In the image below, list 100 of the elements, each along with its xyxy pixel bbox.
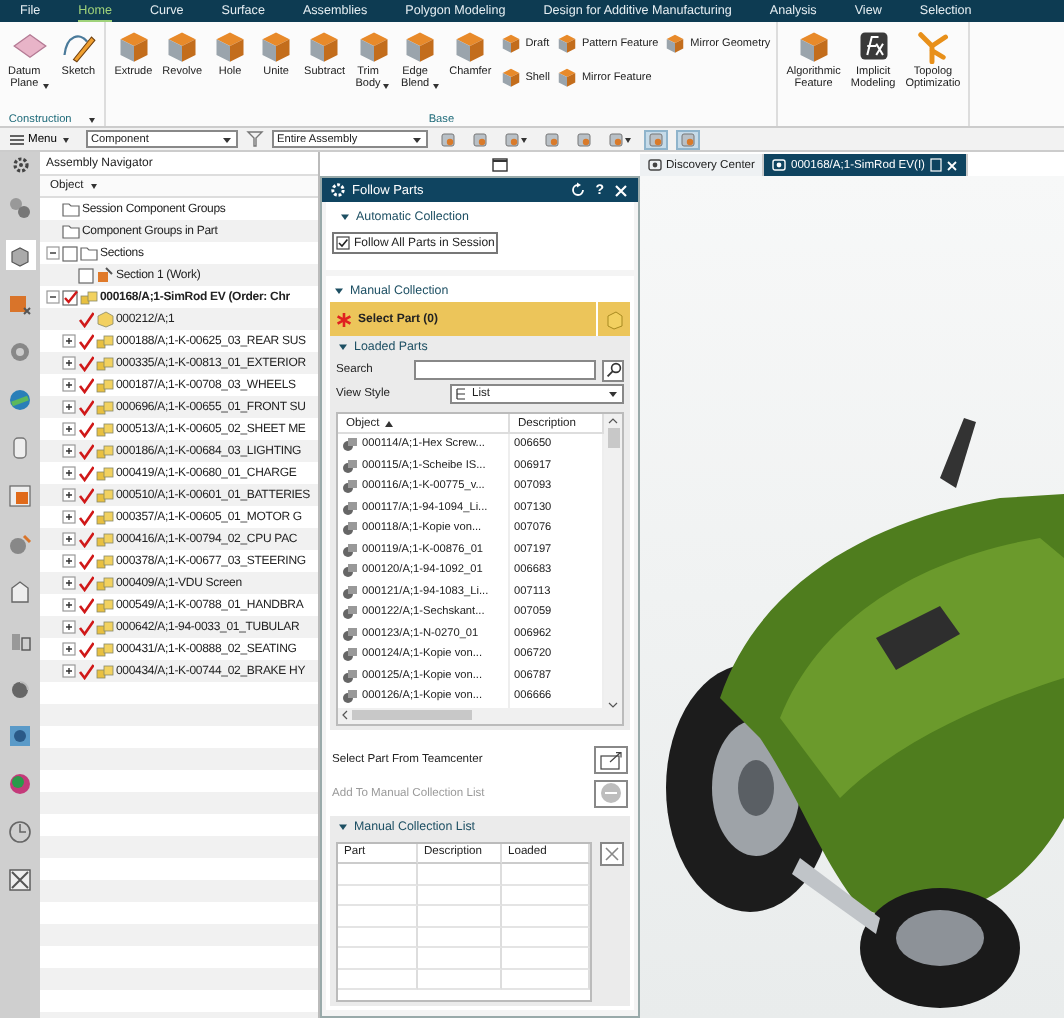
checkmark-icon[interactable] xyxy=(78,641,94,657)
expander-icon[interactable] xyxy=(338,342,348,352)
caret-icon xyxy=(608,390,618,398)
toolbar-button[interactable] xyxy=(435,129,460,149)
expander-icon[interactable] xyxy=(62,576,76,590)
checkmark-icon[interactable] xyxy=(78,553,94,569)
assembly-icon xyxy=(96,398,114,416)
checkmark-icon[interactable] xyxy=(78,487,94,503)
expander-icon[interactable] xyxy=(46,246,60,260)
expander-icon[interactable] xyxy=(62,532,76,546)
tool-icon[interactable] xyxy=(5,768,35,798)
section-icon xyxy=(96,266,114,284)
checkmark-icon[interactable] xyxy=(78,509,94,525)
teamcenter-button[interactable] xyxy=(594,745,628,773)
checkbox[interactable] xyxy=(62,289,78,305)
table-cell xyxy=(418,927,502,948)
cube-icon xyxy=(499,66,522,88)
checkmark-icon[interactable] xyxy=(78,575,94,591)
table-cell xyxy=(502,885,590,906)
scrollbar-thumb[interactable] xyxy=(607,428,619,448)
checkmark-icon[interactable] xyxy=(78,399,94,415)
expander-icon[interactable] xyxy=(62,642,76,656)
maximize-icon[interactable] xyxy=(492,157,508,171)
toolbar-button[interactable] xyxy=(643,129,668,149)
checkbox[interactable] xyxy=(78,267,94,283)
close-icon[interactable] xyxy=(945,159,957,171)
tool-icon[interactable] xyxy=(5,480,35,510)
scrollbar[interactable] xyxy=(604,414,622,707)
toolbar-button[interactable] xyxy=(571,129,596,149)
scrollbar-thumb[interactable] xyxy=(352,710,472,720)
menu-icon xyxy=(10,133,24,145)
tool-icon[interactable] xyxy=(5,240,35,270)
caret-icon xyxy=(519,135,528,143)
part-icon xyxy=(342,457,358,474)
scroll-up-icon[interactable] xyxy=(608,418,618,424)
assembly-icon xyxy=(96,552,114,570)
cube-icon xyxy=(306,28,343,64)
scroll-down-icon[interactable] xyxy=(608,701,618,707)
tool-icon[interactable] xyxy=(5,192,35,222)
search-icon xyxy=(605,362,621,378)
checkmark-icon[interactable] xyxy=(78,663,94,679)
tool-icon[interactable] xyxy=(5,384,35,414)
expander-icon[interactable] xyxy=(62,598,76,612)
reset-button[interactable] xyxy=(567,182,588,198)
toolbar-button[interactable] xyxy=(675,129,700,149)
expander-icon[interactable] xyxy=(62,488,76,502)
tool-icon[interactable] xyxy=(5,720,35,750)
caret-icon xyxy=(221,135,232,143)
close-button[interactable] xyxy=(612,183,630,197)
checkbox[interactable] xyxy=(62,245,78,261)
expander-icon[interactable] xyxy=(62,422,76,436)
tool-icon[interactable] xyxy=(5,816,35,846)
table-cell xyxy=(338,969,418,990)
expander-icon[interactable] xyxy=(62,620,76,634)
checkmark-icon[interactable] xyxy=(78,333,94,349)
checkmark-icon[interactable] xyxy=(78,377,94,393)
settings-icon[interactable] xyxy=(11,156,29,174)
expander-icon[interactable] xyxy=(62,510,76,524)
cube-icon xyxy=(164,28,201,64)
checkmark-icon[interactable] xyxy=(78,597,94,613)
checkmark-icon[interactable] xyxy=(78,531,94,547)
toolbar-button[interactable] xyxy=(499,129,532,149)
expander-icon[interactable] xyxy=(62,356,76,370)
part-icon xyxy=(342,688,358,705)
cube-icon xyxy=(115,28,152,64)
expander-icon[interactable] xyxy=(62,334,76,348)
table-cell xyxy=(418,864,502,885)
assembly-icon xyxy=(96,332,114,350)
window-icon xyxy=(648,158,662,172)
caret-icon xyxy=(61,135,70,143)
expander-icon[interactable] xyxy=(46,290,60,304)
expander-icon[interactable] xyxy=(62,444,76,458)
tool-icon xyxy=(471,131,488,147)
checkmark-icon[interactable] xyxy=(78,355,94,371)
checkmark-icon[interactable] xyxy=(78,311,94,327)
search-field[interactable] xyxy=(414,360,596,380)
toolbar-button[interactable] xyxy=(603,129,636,149)
checkmark-icon[interactable] xyxy=(78,443,94,459)
filter-icon[interactable] xyxy=(245,130,264,148)
toolbar-button[interactable] xyxy=(539,129,564,149)
checkmark-icon[interactable] xyxy=(78,421,94,437)
tool-icon[interactable] xyxy=(5,576,35,606)
expander-icon[interactable] xyxy=(62,554,76,568)
expander-icon[interactable] xyxy=(62,400,76,414)
delete-button[interactable] xyxy=(600,841,624,865)
cube-icon xyxy=(555,66,578,88)
expander-icon[interactable] xyxy=(338,821,348,831)
expander-icon[interactable] xyxy=(340,212,350,222)
scroll-left-icon[interactable] xyxy=(342,710,348,720)
search-button[interactable] xyxy=(602,359,624,381)
checkmark-icon[interactable] xyxy=(78,465,94,481)
table-cell xyxy=(338,885,418,906)
checkmark-icon[interactable] xyxy=(78,619,94,635)
tool-icon[interactable] xyxy=(5,864,35,894)
expander-icon[interactable] xyxy=(62,378,76,392)
expander-icon[interactable] xyxy=(334,286,344,296)
expander-icon[interactable] xyxy=(62,664,76,678)
cube-icon xyxy=(402,28,439,64)
expander-icon[interactable] xyxy=(62,466,76,480)
scrollbar[interactable] xyxy=(338,707,622,723)
